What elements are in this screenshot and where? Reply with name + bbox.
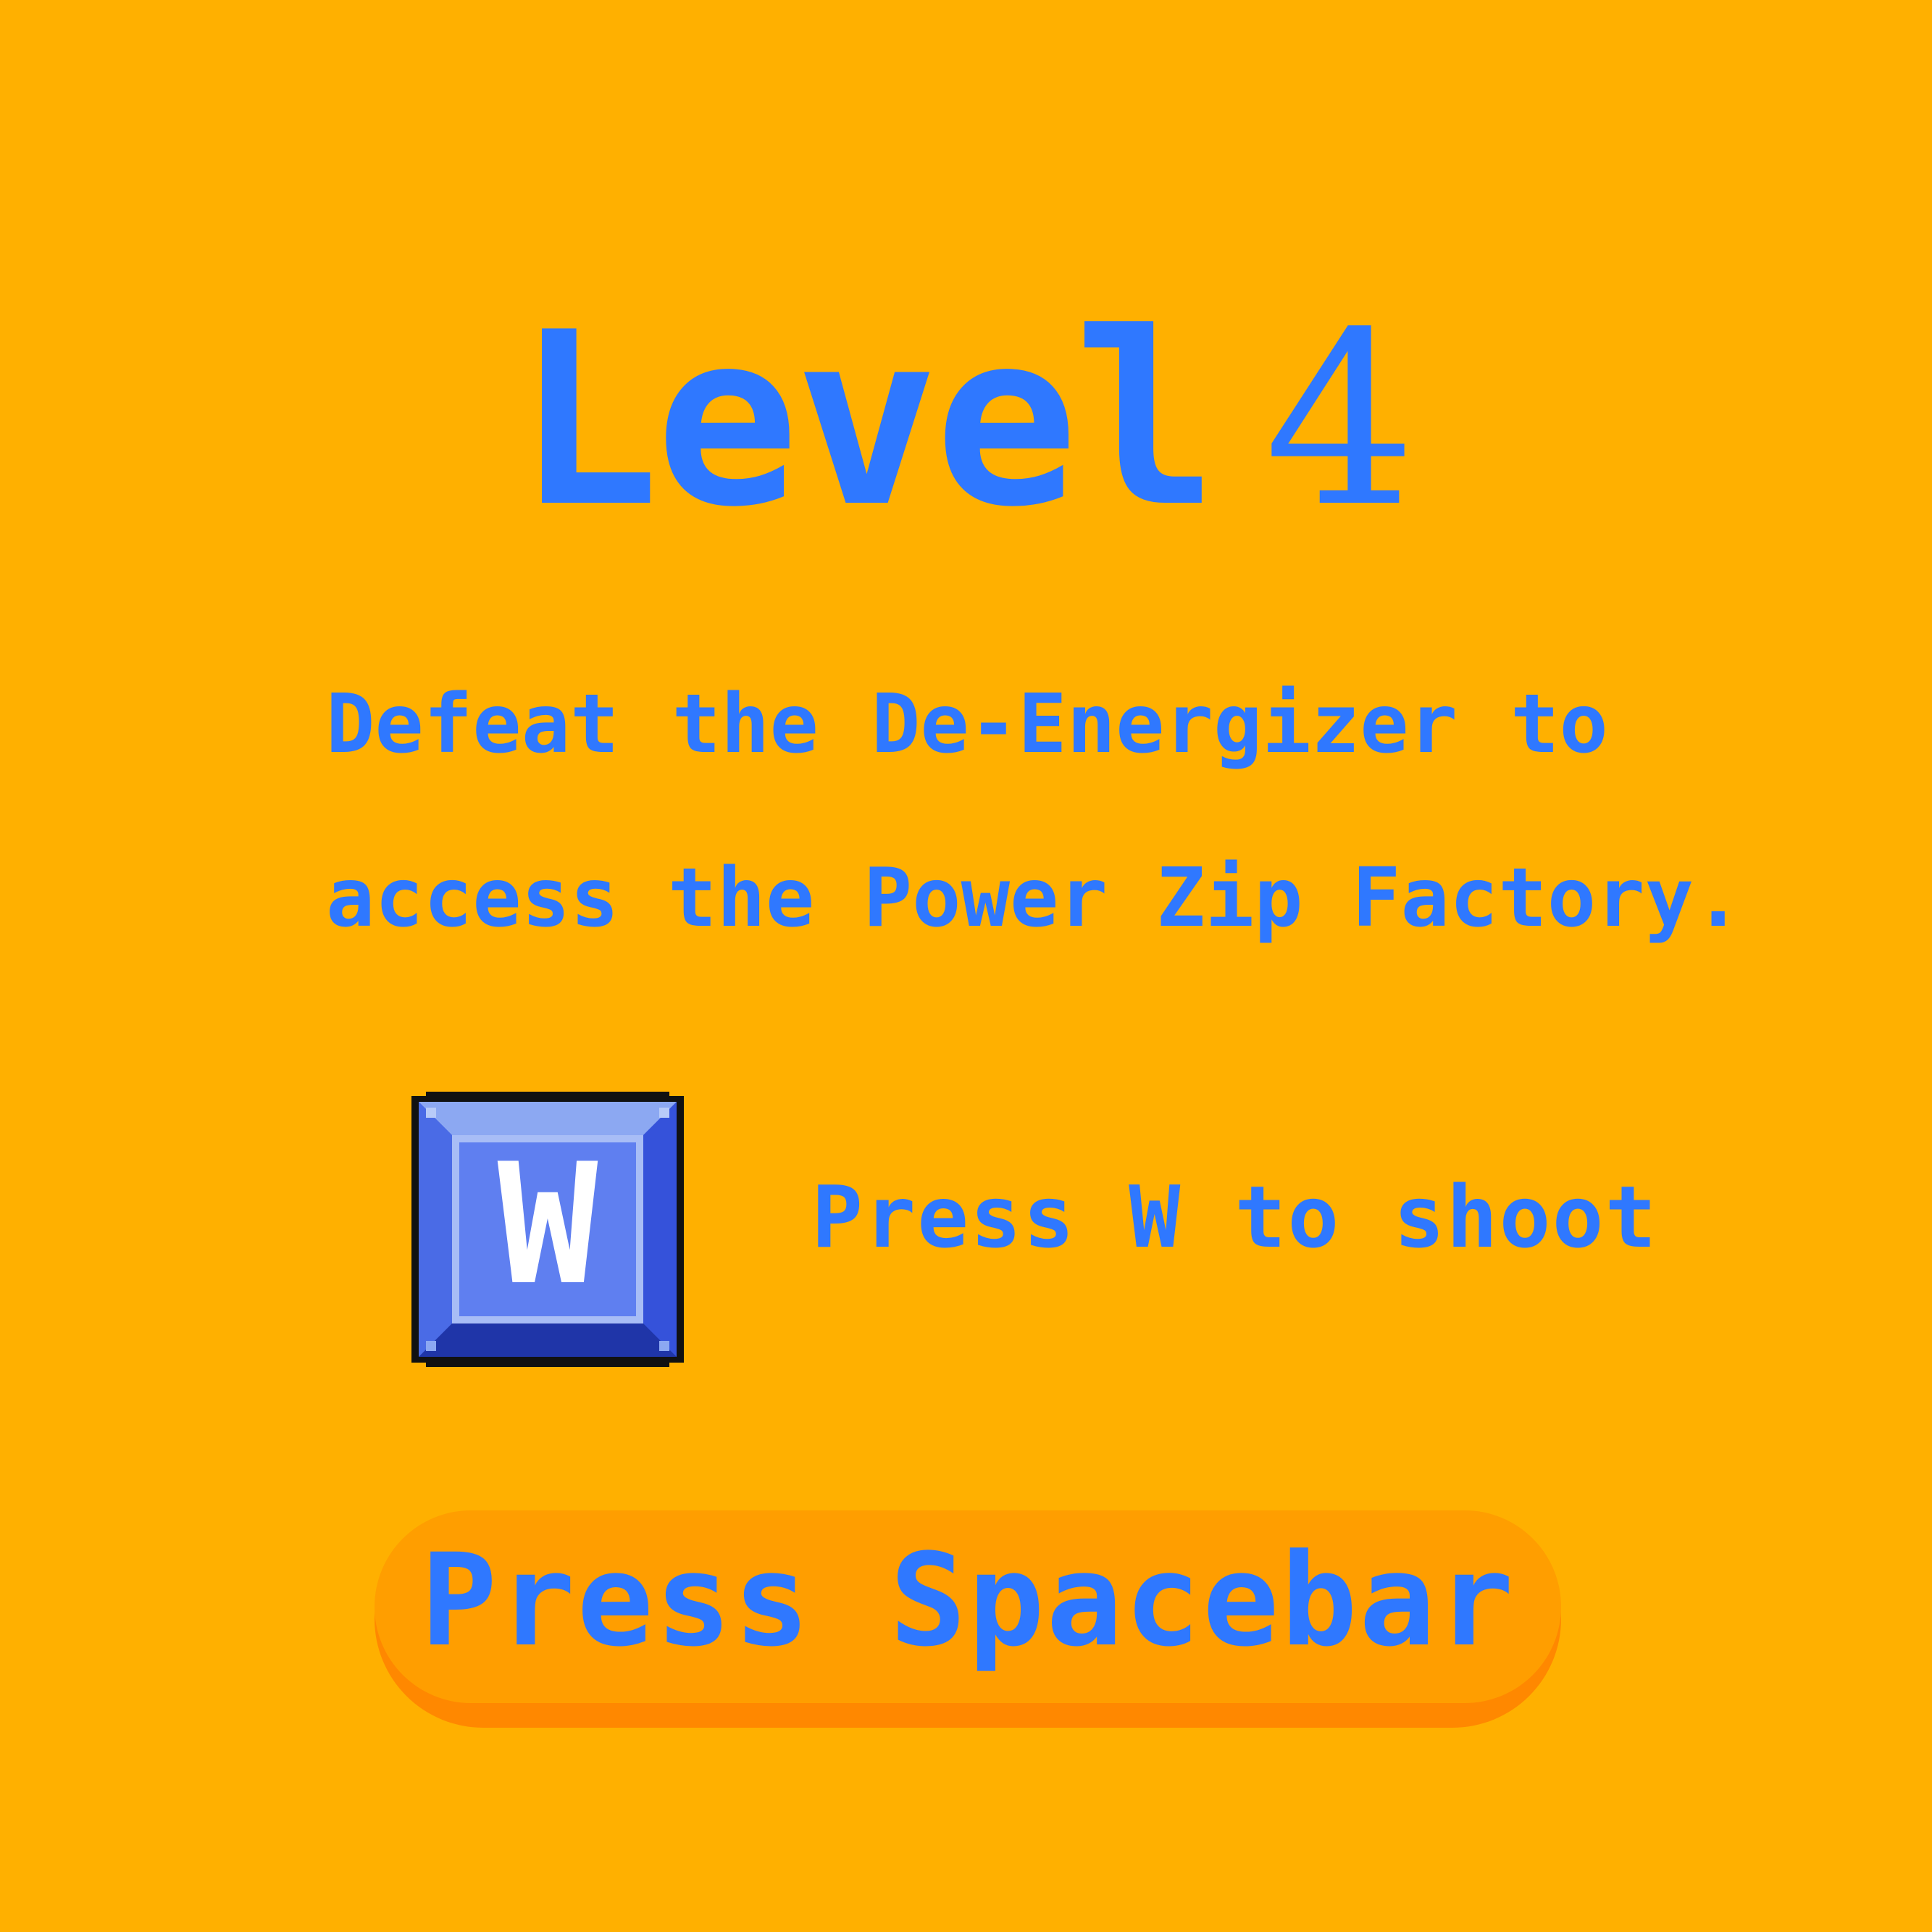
mission-text-line-2: access the Power Zip Factory. [326, 851, 1743, 945]
mission-word: De-Energizer [871, 677, 1458, 771]
mission-word: to [1510, 677, 1608, 771]
key-letter: W [497, 1129, 598, 1322]
start-button-face[interactable]: Press Spacebar [375, 1510, 1561, 1703]
level-title-word: Level [515, 281, 1218, 559]
level-title-number: 4 [1264, 281, 1417, 559]
start-button[interactable]: Press Spacebar [375, 1510, 1561, 1728]
control-hint: Press W to shoot [811, 1167, 1658, 1267]
level-title: Level 4 [0, 301, 1932, 540]
mission-text-line-1: Defeat the De-Energizer to [326, 677, 1608, 771]
mission-word: Defeat [326, 677, 619, 771]
w-key-icon: W [411, 1092, 684, 1367]
mission-word: the [672, 677, 819, 771]
start-button-label: Press Spacebar [420, 1526, 1515, 1675]
